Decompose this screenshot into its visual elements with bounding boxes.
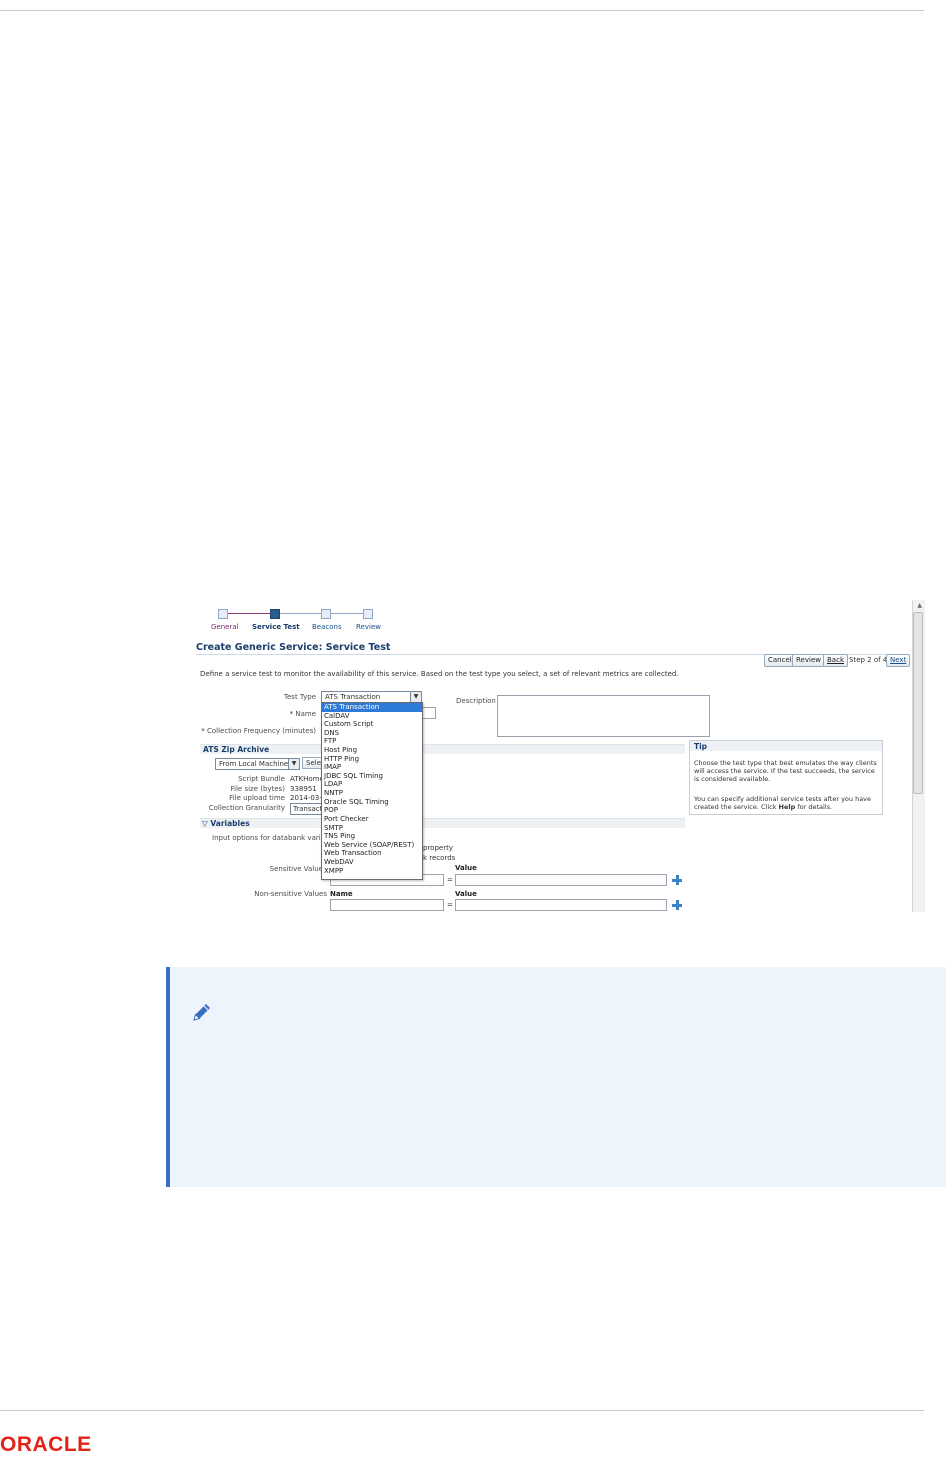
tip-title: Tip [694, 742, 708, 751]
bottom-rule [0, 1410, 924, 1411]
source-value: From Local Machine [219, 760, 289, 768]
review-button[interactable]: Review [792, 654, 825, 667]
dropdown-option[interactable]: WebDAV [322, 858, 422, 867]
dropdown-option[interactable]: Custom Script [322, 720, 422, 729]
tip-text-2: You can specify additional service tests… [694, 795, 880, 811]
value-header: Value [455, 864, 477, 872]
description-label: Description [456, 697, 496, 705]
dropdown-option[interactable]: XMPP [322, 867, 422, 876]
train-connector [278, 613, 321, 614]
source-select[interactable]: From Local Machine ▼ [215, 758, 300, 770]
scroll-up-icon[interactable]: ▲ [917, 602, 922, 609]
ats-section-title: ATS Zip Archive [203, 745, 270, 754]
option-property-text: property [423, 844, 453, 852]
train-label-review[interactable]: Review [356, 623, 381, 631]
collection-frequency-label: Collection Frequency (minutes) [193, 727, 316, 735]
top-rule [0, 10, 924, 11]
note-accent-bar [166, 967, 170, 1187]
script-bundle-value: ATKHome [290, 775, 324, 783]
tip-box: Tip Choose the test type that best emula… [689, 740, 883, 815]
dropdown-option[interactable]: ATS Transaction [322, 703, 422, 712]
add-nonsensitive-icon[interactable] [672, 900, 682, 910]
chevron-down-icon[interactable]: ▼ [410, 692, 421, 702]
train-connector [224, 613, 271, 614]
dropdown-option[interactable]: Port Checker [322, 815, 422, 824]
dropdown-option[interactable]: NNTP [322, 789, 422, 798]
upload-time-label: File upload time [229, 794, 285, 802]
vertical-scrollbar[interactable]: ▲ [912, 600, 925, 912]
train-node-general[interactable] [218, 609, 228, 619]
description-textarea[interactable] [497, 695, 710, 737]
nonsensitive-name-input[interactable] [330, 899, 444, 911]
name-input[interactable] [422, 707, 436, 719]
dropdown-option[interactable]: SMTP [322, 824, 422, 833]
nonsensitive-value-input[interactable] [455, 899, 667, 911]
variables-section-title: ▽ Variables [202, 819, 250, 828]
dropdown-option[interactable]: IMAP [322, 763, 422, 772]
step-indicator: Step 2 of 4 [849, 656, 888, 664]
train-node-beacons[interactable] [321, 609, 331, 619]
dropdown-option[interactable]: Web Transaction [322, 849, 422, 858]
train-node-service-test[interactable] [270, 609, 280, 619]
script-bundle-label: Script Bundle [238, 775, 285, 783]
tip-text-2-post: for details. [795, 803, 833, 811]
back-button[interactable]: Back [823, 654, 848, 667]
sensitive-values-label: Sensitive Value [269, 865, 323, 873]
file-size-value: 338951 [290, 785, 317, 793]
note-box [166, 967, 946, 1187]
train-node-review[interactable] [363, 609, 373, 619]
dropdown-option[interactable]: JDBC SQL Timing [322, 772, 422, 781]
page-title: Create Generic Service: Service Test [196, 642, 391, 653]
variables-header[interactable]: ▽ Variables [200, 818, 685, 828]
test-type-value: ATS Transaction [325, 693, 381, 701]
collection-granularity-value: Transacti [293, 805, 325, 813]
file-size-label: File size (bytes) [230, 785, 285, 793]
cancel-button[interactable]: Cancel [764, 654, 796, 667]
train-label-beacons[interactable]: Beacons [312, 623, 342, 631]
oracle-logo: ORACLE [0, 1434, 92, 1454]
non-sensitive-values-label: Non-sensitive Values [254, 890, 327, 898]
equals-sign: = [447, 876, 453, 884]
tip-header: Tip [690, 741, 882, 751]
dropdown-option[interactable]: FTP [322, 737, 422, 746]
test-type-label: Test Type [283, 693, 316, 701]
equals-sign: = [447, 901, 453, 909]
train-label-service-test[interactable]: Service Test [252, 623, 300, 631]
dropdown-option[interactable]: CalDAV [322, 712, 422, 721]
add-sensitive-icon[interactable] [672, 875, 682, 885]
ats-zip-archive-header: ATS Zip Archive [200, 744, 685, 754]
dropdown-option[interactable]: Host Ping [322, 746, 422, 755]
dropdown-option[interactable]: LDAP [322, 780, 422, 789]
pencil-icon [193, 1004, 210, 1021]
dropdown-option[interactable]: HTTP Ping [322, 755, 422, 764]
tip-text-1: Choose the test type that best emulates … [694, 759, 877, 783]
scroll-thumb[interactable] [913, 612, 923, 794]
dropdown-option[interactable]: Oracle SQL Timing [322, 798, 422, 807]
name-label: Name [253, 710, 316, 718]
name-header: Name [330, 890, 353, 898]
dropdown-option[interactable]: POP [322, 806, 422, 815]
collection-granularity-label: Collection Granularity [208, 804, 285, 812]
variables-title-text: Variables [210, 819, 250, 828]
sensitive-value-input[interactable] [455, 874, 667, 886]
input-options-label: Input options for databank variable [212, 834, 336, 842]
dropdown-option[interactable]: TNS Ping [322, 832, 422, 841]
svg-text:ORACLE: ORACLE [0, 1434, 92, 1454]
train-label-general[interactable]: General [211, 623, 239, 631]
dropdown-option[interactable]: Web Service (SOAP/REST) [322, 841, 422, 850]
value-header: Value [455, 890, 477, 898]
help-link[interactable]: Help [779, 803, 796, 811]
upload-time-value: 2014-03- [290, 794, 322, 802]
next-button[interactable]: Next [886, 654, 911, 667]
chevron-down-icon[interactable]: ▼ [288, 759, 299, 769]
test-type-dropdown-list[interactable]: ATS Transaction CalDAV Custom Script DNS… [321, 702, 423, 880]
dropdown-option[interactable]: DNS [322, 729, 422, 738]
screenshot-service-test: ▲ General Service Test Beacons Review Cr… [193, 600, 925, 912]
intro-text: Define a service test to monitor the ava… [200, 670, 679, 678]
train-connector [329, 613, 365, 614]
option-records-text: k records [423, 854, 456, 862]
